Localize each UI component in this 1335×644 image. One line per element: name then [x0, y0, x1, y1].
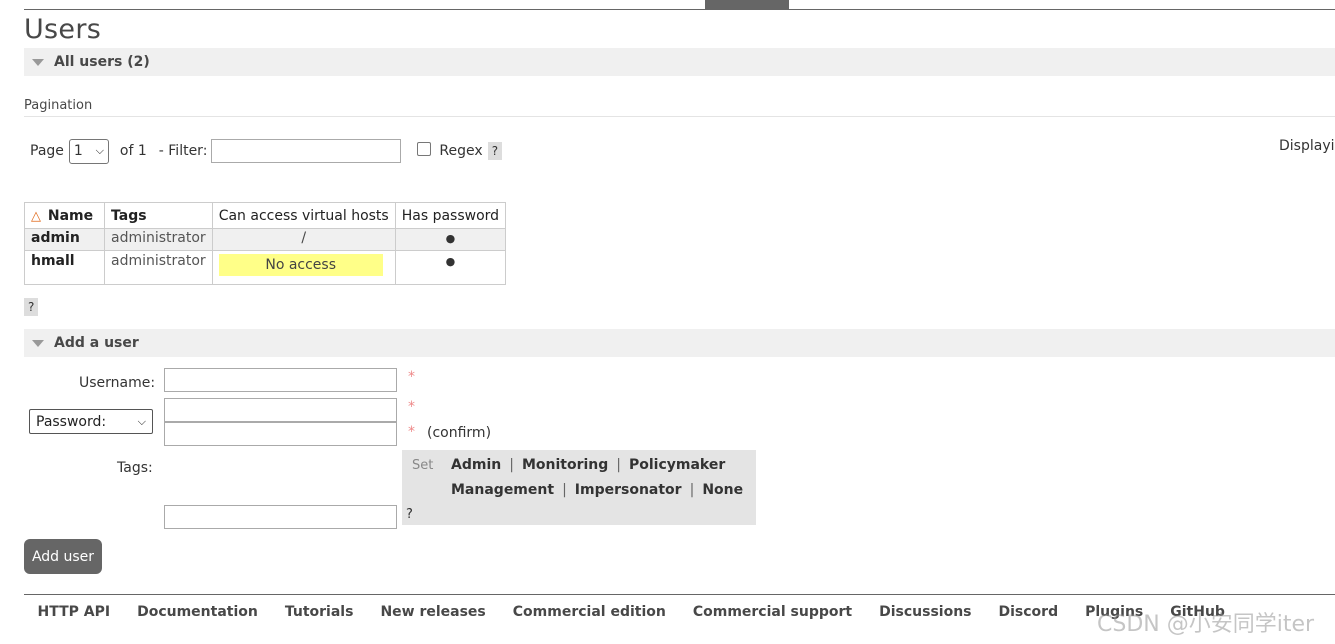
watermark: CSDN @小安同学iter — [1097, 612, 1315, 637]
chevron-down-icon: ⌵ — [137, 414, 146, 428]
add-user-section-toggle[interactable]: Add a user — [24, 329, 1335, 357]
active-nav-tab[interactable] — [705, 0, 789, 9]
sort-ascending-icon: △ — [31, 208, 41, 224]
displaying-count: Displayir — [1279, 138, 1335, 154]
user-name-link[interactable]: admin — [24, 228, 105, 251]
add-user-header: Add a user — [54, 335, 139, 351]
filter-input[interactable] — [211, 139, 402, 163]
user-tags: administrator — [104, 228, 213, 251]
username-label: Username: — [79, 375, 156, 391]
add-user-button[interactable]: Add user — [24, 539, 102, 574]
column-header-vhosts[interactable]: Can access virtual hosts — [211, 202, 396, 229]
user-vhosts: / — [211, 228, 396, 251]
page-select[interactable]: 1 ⌵ — [68, 138, 109, 164]
user-name-link[interactable]: hmall — [24, 250, 105, 285]
tag-options-row: Management | Impersonator | None — [451, 482, 743, 498]
password-input[interactable] — [164, 398, 397, 422]
regex-help-button[interactable]: ? — [487, 142, 503, 160]
footer-link-new-releases[interactable]: New releases — [367, 604, 499, 620]
password-confirm-input[interactable] — [164, 422, 397, 446]
table-help-button[interactable]: ? — [24, 298, 39, 316]
tags-help-button[interactable]: ? — [406, 507, 413, 522]
all-users-header: All users (2) — [54, 54, 150, 70]
column-header-name[interactable]: △ Name — [24, 202, 105, 229]
separator: | — [562, 482, 567, 498]
footer-link-http-api[interactable]: HTTP API — [24, 604, 124, 620]
separator: | — [689, 482, 695, 498]
footer-link-documentation[interactable]: Documentation — [124, 604, 272, 620]
username-input[interactable] — [164, 368, 397, 392]
tag-option-management[interactable]: Management — [451, 482, 554, 498]
pagination-controls: Page 1 ⌵ of 1 - Filter: Regex ? — [30, 138, 503, 164]
tag-set-label: Set — [412, 458, 434, 473]
all-users-section-toggle[interactable]: All users (2) — [24, 48, 1335, 76]
table-header-row: △ Name Tags Can access virtual hosts Has… — [24, 202, 507, 229]
separator: | — [509, 457, 514, 473]
has-password-indicator: ● — [394, 228, 507, 251]
top-nav-line — [24, 9, 1335, 10]
no-access-badge: No access — [218, 254, 383, 276]
required-marker: * — [408, 369, 415, 385]
page-label: Page — [30, 143, 64, 159]
footer-link-tutorials[interactable]: Tutorials — [271, 604, 367, 620]
filter-label: - Filter: — [158, 143, 208, 159]
column-header-name-label: Name — [47, 207, 94, 224]
page-select-value: 1 — [73, 143, 83, 159]
pagination-divider — [24, 116, 1335, 117]
footer-link-commercial-edition[interactable]: Commercial edition — [499, 604, 679, 620]
table-row: admin administrator / ● — [24, 228, 507, 251]
has-password-indicator: ● — [394, 250, 507, 285]
tag-options-row: Admin | Monitoring | Policymaker — [451, 457, 725, 473]
user-vhosts: No access — [211, 250, 396, 285]
tag-option-policymaker[interactable]: Policymaker — [629, 457, 725, 473]
footer-link-discord[interactable]: Discord — [985, 604, 1072, 620]
tag-option-admin[interactable]: Admin — [451, 457, 501, 473]
chevron-down-icon: ⌵ — [95, 144, 104, 157]
tag-set-panel: Set Admin | Monitoring | Policymaker Managem… — [402, 450, 756, 525]
tags-input[interactable] — [164, 505, 397, 529]
confirm-label: (confirm) — [427, 425, 492, 441]
password-type-value: Password: — [36, 413, 107, 430]
tags-label: Tags: — [117, 460, 153, 476]
footer-divider — [24, 594, 1335, 595]
pagination-label: Pagination — [24, 98, 93, 113]
tag-option-none[interactable]: None — [702, 482, 743, 498]
collapse-triangle-icon — [32, 339, 44, 347]
table-row: hmall administrator No access ● — [24, 250, 507, 285]
regex-checkbox[interactable] — [417, 142, 432, 156]
tag-option-impersonator[interactable]: Impersonator — [575, 482, 682, 498]
required-marker: * — [408, 424, 415, 440]
regex-label: Regex — [439, 143, 483, 159]
footer-link-commercial-support[interactable]: Commercial support — [679, 604, 865, 620]
page-of-count: of 1 — [119, 143, 147, 159]
users-table: △ Name Tags Can access virtual hosts Has… — [24, 202, 507, 285]
footer-links: HTTP API Documentation Tutorials New rel… — [24, 604, 1238, 620]
separator: | — [616, 457, 621, 473]
password-dot: ● — [445, 255, 456, 268]
required-marker: * — [408, 399, 415, 415]
column-header-tags[interactable]: Tags — [104, 202, 213, 229]
tag-option-monitoring[interactable]: Monitoring — [522, 457, 608, 473]
footer-link-discussions[interactable]: Discussions — [866, 604, 985, 620]
collapse-triangle-icon — [32, 58, 44, 66]
column-header-password[interactable]: Has password — [394, 202, 507, 229]
page-title: Users — [24, 14, 102, 45]
user-tags: administrator — [104, 250, 213, 285]
password-dot: ● — [445, 232, 456, 245]
password-type-select[interactable]: Password: ⌵ — [29, 409, 153, 434]
